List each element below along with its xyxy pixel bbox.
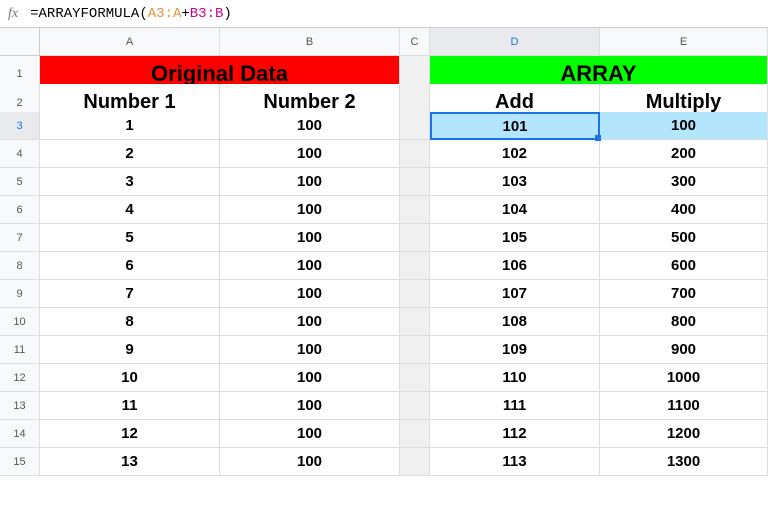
cell-a3[interactable]: 1: [40, 112, 220, 140]
cell-c6[interactable]: [400, 196, 430, 224]
cell-d7[interactable]: 105: [430, 224, 600, 252]
col-header-a[interactable]: A: [40, 28, 220, 56]
col-header-c[interactable]: C: [400, 28, 430, 56]
col-header-d[interactable]: D: [430, 28, 600, 56]
cell-b4[interactable]: 100: [220, 140, 400, 168]
cell-e15[interactable]: 1300: [600, 448, 768, 476]
formula-close-paren: ): [223, 6, 231, 22]
cell-e12[interactable]: 1000: [600, 364, 768, 392]
cell-e7[interactable]: 500: [600, 224, 768, 252]
row-header-15[interactable]: 15: [0, 448, 40, 476]
cell-d10[interactable]: 108: [430, 308, 600, 336]
row-header-6[interactable]: 6: [0, 196, 40, 224]
cell-e8[interactable]: 600: [600, 252, 768, 280]
cell-c13[interactable]: [400, 392, 430, 420]
cell-b14[interactable]: 100: [220, 420, 400, 448]
col-header-b[interactable]: B: [220, 28, 400, 56]
cell-c11[interactable]: [400, 336, 430, 364]
cell-c9[interactable]: [400, 280, 430, 308]
formula-input[interactable]: =ARRAYFORMULA(A3:A+B3:B): [30, 6, 760, 22]
cell-c7[interactable]: [400, 224, 430, 252]
row-header-9[interactable]: 9: [0, 280, 40, 308]
cell-d9[interactable]: 107: [430, 280, 600, 308]
cell-b7[interactable]: 100: [220, 224, 400, 252]
row-header-3[interactable]: 3: [0, 112, 40, 140]
row-header-10[interactable]: 10: [0, 308, 40, 336]
cell-a15[interactable]: 13: [40, 448, 220, 476]
cell-e13[interactable]: 1100: [600, 392, 768, 420]
cell-d3[interactable]: 101: [430, 112, 600, 140]
formula-function: ARRAYFORMULA: [39, 6, 140, 22]
cell-e6[interactable]: 400: [600, 196, 768, 224]
cell-b9[interactable]: 100: [220, 280, 400, 308]
fx-icon: fx: [8, 6, 18, 22]
cell-b13[interactable]: 100: [220, 392, 400, 420]
row-header-12[interactable]: 12: [0, 364, 40, 392]
cell-b11[interactable]: 100: [220, 336, 400, 364]
row-header-13[interactable]: 13: [0, 392, 40, 420]
cell-a5[interactable]: 3: [40, 168, 220, 196]
row-header-4[interactable]: 4: [0, 140, 40, 168]
cell-b12[interactable]: 100: [220, 364, 400, 392]
cell-b6[interactable]: 100: [220, 196, 400, 224]
select-all-corner[interactable]: [0, 28, 40, 56]
cell-c15[interactable]: [400, 448, 430, 476]
cell-d14[interactable]: 112: [430, 420, 600, 448]
cell-b8[interactable]: 100: [220, 252, 400, 280]
cell-d8[interactable]: 106: [430, 252, 600, 280]
formula-open-paren: (: [139, 6, 147, 22]
cell-e5[interactable]: 300: [600, 168, 768, 196]
cell-b5[interactable]: 100: [220, 168, 400, 196]
cell-c14[interactable]: [400, 420, 430, 448]
cell-b15[interactable]: 100: [220, 448, 400, 476]
formula-operator: +: [181, 6, 189, 22]
cell-d13[interactable]: 111: [430, 392, 600, 420]
row-header-7[interactable]: 7: [0, 224, 40, 252]
cell-b3[interactable]: 100: [220, 112, 400, 140]
formula-eq: =: [30, 6, 38, 22]
cell-a11[interactable]: 9: [40, 336, 220, 364]
row-header-5[interactable]: 5: [0, 168, 40, 196]
cell-e9[interactable]: 700: [600, 280, 768, 308]
row-header-14[interactable]: 14: [0, 420, 40, 448]
cell-a14[interactable]: 12: [40, 420, 220, 448]
cell-d4[interactable]: 102: [430, 140, 600, 168]
cell-a4[interactable]: 2: [40, 140, 220, 168]
cell-c3[interactable]: [400, 112, 430, 140]
formula-ref-a: A3:A: [148, 6, 182, 22]
cell-d15[interactable]: 113: [430, 448, 600, 476]
cell-b10[interactable]: 100: [220, 308, 400, 336]
cell-d6[interactable]: 104: [430, 196, 600, 224]
cell-c5[interactable]: [400, 168, 430, 196]
cell-e14[interactable]: 1200: [600, 420, 768, 448]
cell-a12[interactable]: 10: [40, 364, 220, 392]
spreadsheet-grid[interactable]: A B C D E 1 Original Data ARRAY 2 Number…: [0, 28, 768, 476]
cell-c12[interactable]: [400, 364, 430, 392]
formula-bar[interactable]: fx =ARRAYFORMULA(A3:A+B3:B): [0, 0, 768, 28]
cell-a13[interactable]: 11: [40, 392, 220, 420]
cell-a7[interactable]: 5: [40, 224, 220, 252]
cell-e10[interactable]: 800: [600, 308, 768, 336]
formula-ref-b: B3:B: [190, 6, 224, 22]
row-header-11[interactable]: 11: [0, 336, 40, 364]
cell-c10[interactable]: [400, 308, 430, 336]
cell-d11[interactable]: 109: [430, 336, 600, 364]
cell-e4[interactable]: 200: [600, 140, 768, 168]
cell-a6[interactable]: 4: [40, 196, 220, 224]
col-header-e[interactable]: E: [600, 28, 768, 56]
row-header-8[interactable]: 8: [0, 252, 40, 280]
cell-e3[interactable]: 100: [600, 112, 768, 140]
cell-c4[interactable]: [400, 140, 430, 168]
cell-d5[interactable]: 103: [430, 168, 600, 196]
cell-a9[interactable]: 7: [40, 280, 220, 308]
cell-a10[interactable]: 8: [40, 308, 220, 336]
cell-e11[interactable]: 900: [600, 336, 768, 364]
cell-d12[interactable]: 110: [430, 364, 600, 392]
cell-a8[interactable]: 6: [40, 252, 220, 280]
cell-c8[interactable]: [400, 252, 430, 280]
